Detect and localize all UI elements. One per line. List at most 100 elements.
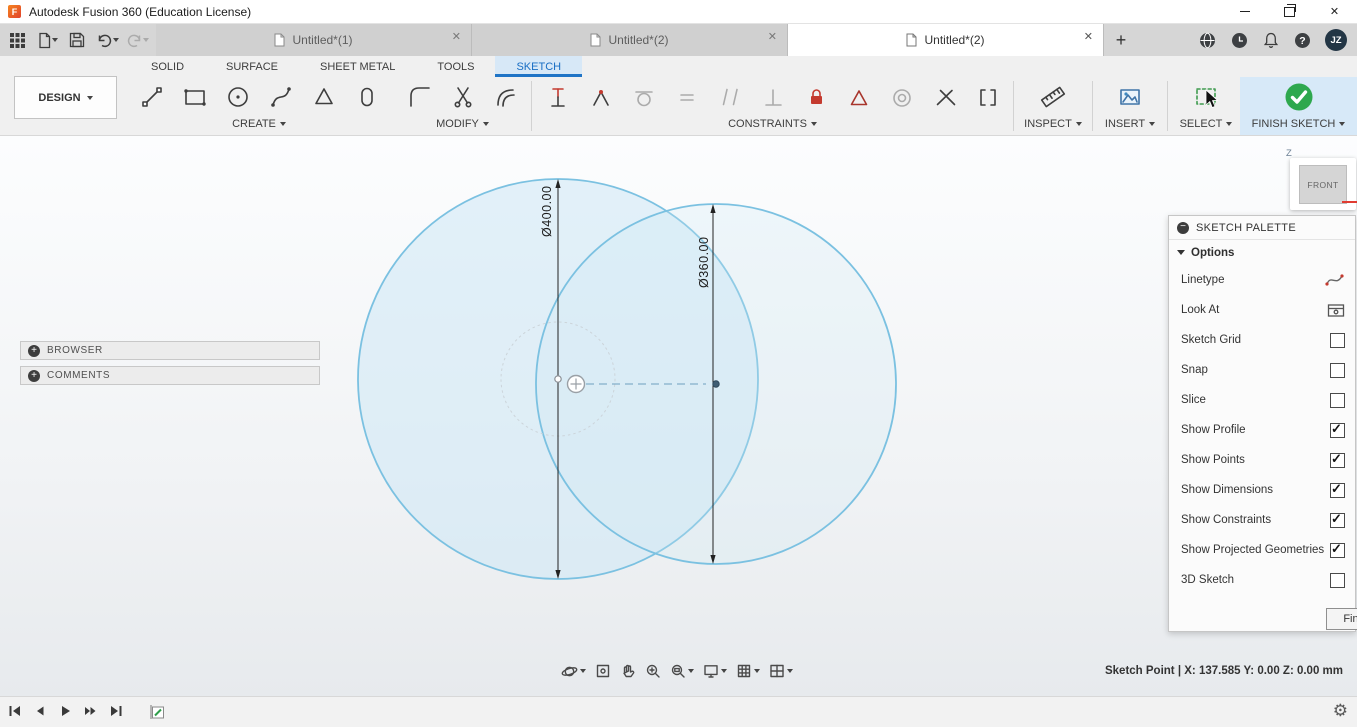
help-icon[interactable]: ? [1293, 31, 1312, 50]
show-projected-geometries-checkbox[interactable] [1330, 541, 1345, 558]
finish-button[interactable]: Finish [1326, 608, 1357, 630]
center-point-inner[interactable] [712, 380, 720, 388]
slice-checkbox[interactable] [1330, 392, 1345, 408]
close-tab-icon[interactable]: ✕ [1084, 32, 1093, 43]
tangent-constraint-icon[interactable] [622, 78, 665, 116]
show-profile-checkbox[interactable] [1330, 421, 1345, 438]
save-button[interactable] [64, 27, 90, 53]
tab-surface[interactable]: SURFACE [205, 56, 299, 77]
origin-point[interactable] [566, 374, 586, 394]
close-tab-icon[interactable]: ✕ [452, 32, 461, 43]
tab-sheet-metal[interactable]: SHEET METAL [299, 56, 416, 77]
slot-tool-icon[interactable] [345, 78, 388, 116]
go-to-start-icon[interactable] [8, 704, 22, 718]
step-back-icon[interactable] [33, 704, 47, 718]
linetype-icon[interactable] [1325, 272, 1345, 288]
fix-constraint-icon[interactable] [794, 78, 837, 116]
timeline-sketch-feature[interactable] [148, 703, 166, 726]
zoom-window-button[interactable] [667, 660, 697, 682]
fillet-tool-icon[interactable] [398, 78, 441, 116]
doc-tab-2[interactable]: Untitled*(2) ✕ [472, 24, 788, 56]
model-canvas[interactable]: Ø400.00 Ø360.00 + BROWSER + COMMENTS Z F… [0, 136, 1357, 697]
display-settings-button[interactable] [700, 660, 730, 682]
concentric-constraint-icon[interactable] [880, 78, 923, 116]
step-forward-icon[interactable] [83, 704, 98, 718]
redo-button[interactable] [124, 27, 150, 53]
insert-image-icon[interactable] [1109, 78, 1152, 116]
perpendicular-constraint-icon[interactable] [751, 78, 794, 116]
group-label-create[interactable]: CREATE [232, 118, 286, 130]
doc-tab-3-active[interactable]: Untitled*(2) ✕ [788, 24, 1104, 56]
grid-settings-button[interactable] [733, 660, 763, 682]
circle-tool-icon[interactable] [216, 78, 259, 116]
group-label-insert[interactable]: INSERT [1105, 118, 1156, 130]
tab-tools[interactable]: TOOLS [416, 56, 495, 77]
close-button[interactable]: ✕ [1312, 0, 1357, 23]
view-cube[interactable]: Z FRONT [1282, 148, 1357, 218]
snap-checkbox[interactable] [1330, 362, 1345, 378]
sketch-geometry[interactable]: Ø400.00 Ø360.00 [0, 136, 1357, 697]
offset-tool-icon[interactable] [484, 78, 527, 116]
group-label-inspect[interactable]: INSPECT [1024, 118, 1082, 130]
gear-icon[interactable]: ⚙ [1333, 701, 1348, 721]
apps-grid-icon[interactable] [4, 27, 30, 53]
show-points-checkbox[interactable] [1330, 451, 1345, 468]
doc-tab-1[interactable]: Untitled*(1) ✕ [156, 24, 472, 56]
file-menu-button[interactable] [34, 27, 60, 53]
globe-icon[interactable] [1198, 31, 1217, 50]
palette-row-show-points: Show Points [1169, 445, 1355, 475]
parallel-constraint-icon[interactable] [708, 78, 751, 116]
minimize-icon [1239, 11, 1250, 12]
rectangle-tool-icon[interactable] [173, 78, 216, 116]
3d-sketch-checkbox[interactable] [1330, 572, 1345, 588]
center-point-outer[interactable] [554, 375, 562, 383]
minimize-button[interactable] [1222, 0, 1267, 23]
pan-button[interactable] [617, 660, 639, 682]
horizontal-vertical-constraint-icon[interactable] [536, 78, 579, 116]
look-at-button[interactable] [592, 660, 614, 682]
measure-tool-icon[interactable] [1032, 78, 1075, 116]
finish-sketch-button[interactable] [1274, 78, 1324, 116]
job-status-icon[interactable] [1230, 31, 1249, 50]
group-label-finish-sketch[interactable]: FINISH SKETCH [1252, 118, 1346, 130]
maximize-button[interactable] [1267, 0, 1312, 23]
zoom-button[interactable] [642, 660, 664, 682]
line-tool-icon[interactable] [130, 78, 173, 116]
group-label-constraints[interactable]: CONSTRAINTS [728, 118, 817, 130]
trim-tool-icon[interactable] [441, 78, 484, 116]
workspace-selector[interactable]: DESIGN [14, 76, 117, 119]
tab-sketch[interactable]: SKETCH [495, 56, 583, 77]
polygon-tool-icon[interactable] [302, 78, 345, 116]
undo-button[interactable] [94, 27, 120, 53]
equal-constraint-icon[interactable] [665, 78, 708, 116]
comments-panel-header[interactable]: + COMMENTS [20, 366, 320, 385]
show-constraints-checkbox[interactable] [1330, 511, 1345, 528]
collinear-constraint-icon[interactable] [923, 78, 966, 116]
sketch-palette-header[interactable]: − SKETCH PALETTE [1169, 216, 1355, 240]
grid-settings-icon [737, 664, 751, 678]
collapse-icon[interactable]: − [1177, 221, 1189, 234]
spline-tool-icon[interactable] [259, 78, 302, 116]
orbit-button[interactable] [558, 660, 589, 683]
play-icon[interactable] [58, 704, 72, 718]
sketch-grid-checkbox[interactable] [1330, 332, 1345, 348]
viewports-button[interactable] [766, 660, 796, 682]
notifications-bell-icon[interactable] [1262, 31, 1280, 50]
zoom-window-icon [671, 664, 685, 678]
window-title: Autodesk Fusion 360 (Education License) [29, 4, 252, 19]
close-tab-icon[interactable]: ✕ [768, 32, 777, 43]
coincident-constraint-icon[interactable] [579, 78, 622, 116]
user-avatar[interactable]: JZ [1325, 29, 1347, 51]
tab-solid[interactable]: SOLID [130, 56, 205, 77]
options-section-header[interactable]: Options [1169, 240, 1355, 265]
symmetry-constraint-icon[interactable] [966, 78, 1009, 116]
look-at-icon[interactable] [1327, 303, 1345, 318]
browser-panel-header[interactable]: + BROWSER [20, 341, 320, 360]
group-label-select[interactable]: SELECT [1180, 118, 1233, 130]
go-to-end-icon[interactable] [109, 704, 123, 718]
view-cube-front-face[interactable]: FRONT [1299, 165, 1347, 204]
group-label-modify[interactable]: MODIFY [436, 118, 489, 130]
show-dimensions-checkbox[interactable] [1330, 481, 1345, 498]
new-tab-button[interactable]: + [1104, 24, 1138, 56]
midpoint-constraint-icon[interactable] [837, 78, 880, 116]
